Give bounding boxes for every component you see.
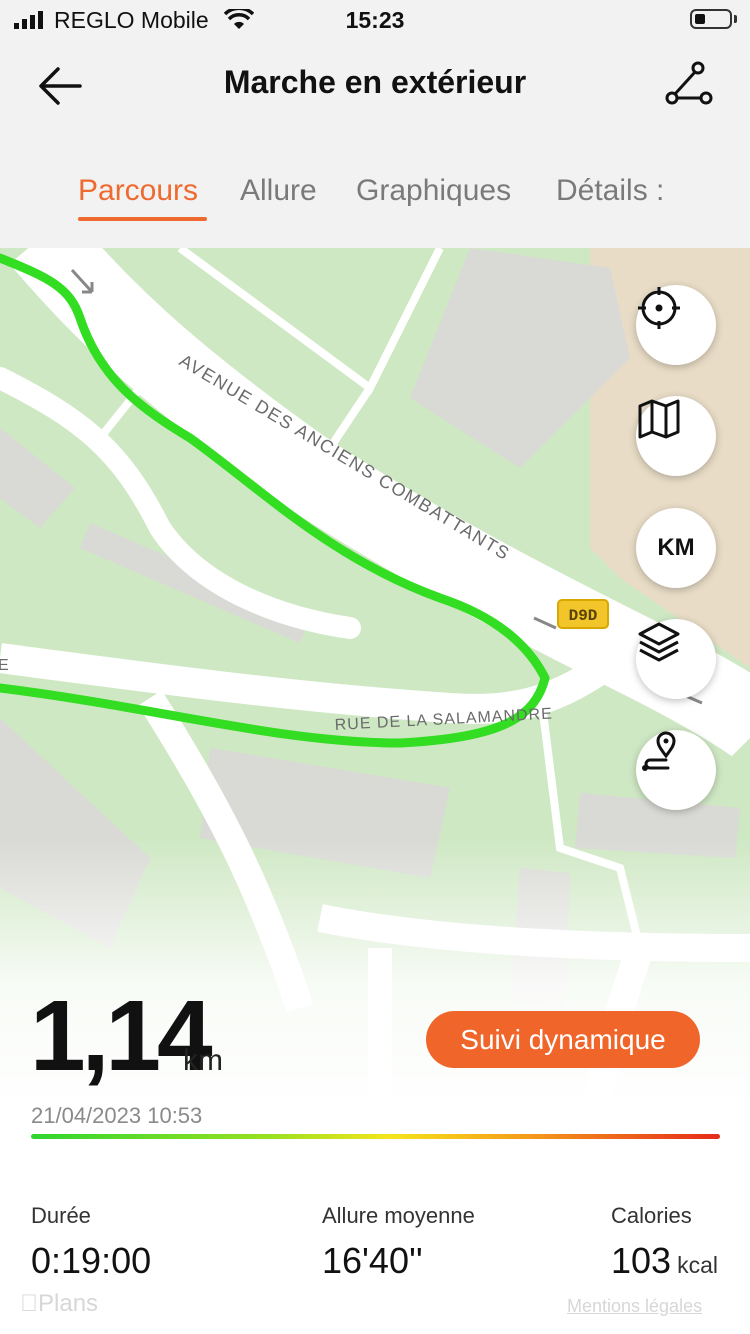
map-view[interactable]: AVENUE DES ANCIENS COMBATTANTS RUE DE LA… bbox=[0, 248, 750, 1334]
map-icon bbox=[638, 399, 680, 439]
map-attribution: Plans bbox=[20, 1290, 98, 1318]
status-bar: REGLO Mobile 15:23 bbox=[0, 0, 750, 42]
tab-allure[interactable]: Allure bbox=[240, 174, 317, 208]
map-attribution-label: Plans bbox=[20, 1290, 98, 1317]
pace-gradient-bar bbox=[31, 1134, 720, 1139]
crosshair-icon bbox=[638, 287, 680, 329]
calories-number: 103 bbox=[611, 1240, 672, 1281]
footpath bbox=[326, 385, 374, 451]
duration-value: 0:19:00 bbox=[31, 1240, 152, 1281]
clock: 15:23 bbox=[345, 7, 405, 33]
building bbox=[0, 428, 75, 528]
avg-pace-value: 16'40'' bbox=[322, 1240, 423, 1281]
distance-value: 1,14 bbox=[30, 980, 213, 1092]
duration-label: Durée bbox=[31, 1203, 91, 1228]
route-pin-icon bbox=[642, 731, 676, 771]
street-label-fragment: E bbox=[0, 657, 9, 674]
route-share-icon bbox=[665, 61, 713, 105]
route-pin-button[interactable] bbox=[636, 730, 716, 810]
calories-unit: kcal bbox=[677, 1252, 718, 1278]
tab-parcours[interactable]: Parcours bbox=[78, 174, 198, 208]
battery-level bbox=[695, 14, 705, 24]
battery-icon bbox=[690, 9, 732, 29]
building bbox=[80, 523, 310, 643]
route-share-button[interactable] bbox=[658, 58, 720, 114]
road-badge: D9D bbox=[557, 599, 609, 629]
calories-label: Calories bbox=[611, 1203, 692, 1228]
legal-link[interactable]: Mentions légales bbox=[567, 1296, 702, 1317]
distance-unit: km bbox=[183, 1044, 223, 1077]
page-title: Marche en extérieur bbox=[223, 64, 527, 100]
avg-pace-label: Allure moyenne bbox=[322, 1203, 475, 1228]
tab-details[interactable]: Détails : bbox=[556, 174, 664, 208]
locate-button[interactable] bbox=[636, 285, 716, 365]
unit-button[interactable]: KM bbox=[636, 508, 716, 588]
road-badge-label: D9D bbox=[569, 607, 598, 625]
unit-label: KM bbox=[657, 534, 695, 561]
active-tab-indicator bbox=[78, 217, 207, 221]
tab-graphiques[interactable]: Graphiques bbox=[356, 174, 511, 208]
layers-button[interactable] bbox=[636, 619, 716, 699]
map-type-button[interactable] bbox=[636, 396, 716, 476]
dynamic-follow-button[interactable]: Suivi dynamique bbox=[426, 1011, 700, 1068]
activity-date: 21/04/2023 10:53 bbox=[31, 1103, 203, 1128]
layers-icon bbox=[638, 622, 680, 662]
calories-value: 103 kcal bbox=[611, 1240, 718, 1282]
battery-tip bbox=[734, 15, 737, 23]
